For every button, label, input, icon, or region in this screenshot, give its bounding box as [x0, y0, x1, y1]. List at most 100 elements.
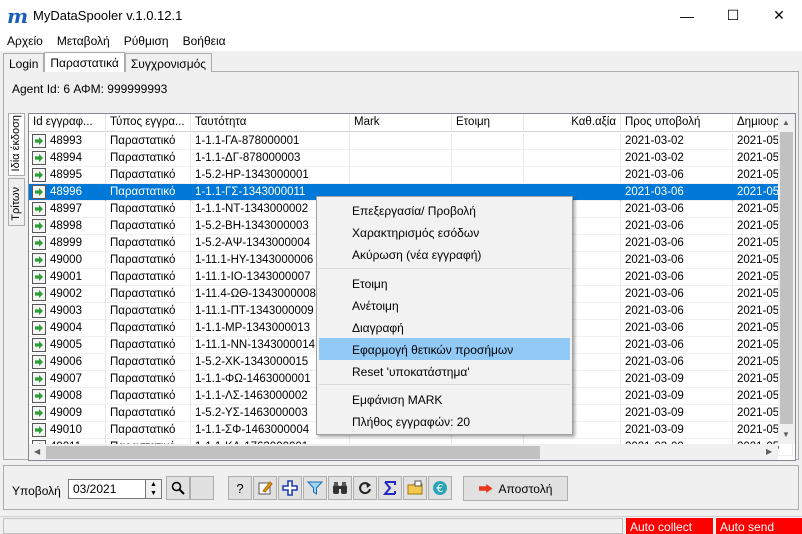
- refresh-button[interactable]: [353, 476, 377, 500]
- cell-type: Παραστατικό: [106, 235, 191, 252]
- svg-text:€: €: [437, 482, 444, 495]
- tab-strip: Login Παραστατικά Συγχρονισμός: [3, 52, 213, 72]
- row-arrow-icon: [32, 355, 46, 369]
- cell-type: Παραστατικό: [106, 252, 191, 269]
- grid-header: Id εγγραφ... Τύπος εγγρα... Ταυτότητα Ma…: [29, 114, 793, 132]
- search-icon: [171, 481, 185, 495]
- ctx-reset-branch[interactable]: Reset 'υποκατάστημα': [319, 360, 570, 382]
- edit-button[interactable]: [253, 476, 277, 500]
- table-row[interactable]: 48995 Παραστατικό 1-5.2-ΗΡ-1343000001 2021-…: [29, 167, 793, 184]
- col-header-type[interactable]: Τύπος εγγρα...: [106, 114, 191, 132]
- help-button[interactable]: ?: [228, 476, 252, 500]
- app-logo-icon: m: [7, 3, 29, 28]
- auto-collect-badge: Auto collect: [626, 518, 713, 534]
- row-arrow-icon: [32, 423, 46, 437]
- ctx-mark-unready[interactable]: Ανέτοιμη: [319, 294, 570, 316]
- cell-type: Παραστατικό: [106, 150, 191, 167]
- sum-button[interactable]: [378, 476, 402, 500]
- cell-type: Παραστατικό: [106, 371, 191, 388]
- side-tab-own-issue[interactable]: Ιδία έκδοση: [8, 113, 25, 176]
- row-arrow-icon: [32, 406, 46, 420]
- cell-to-submit: 2021-03-06: [621, 167, 733, 184]
- find-button[interactable]: [328, 476, 352, 500]
- send-button-label: Αποστολή: [498, 481, 553, 496]
- row-arrow-icon: [32, 389, 46, 403]
- ctx-apply-positive-signs[interactable]: Εφαρμογή θετικών προσήμων: [319, 338, 570, 360]
- ctx-delete[interactable]: Διαγραφή: [319, 316, 570, 338]
- col-header-ready[interactable]: Ετοιμη: [452, 114, 524, 132]
- vertical-scrollbar[interactable]: ▲ ▼: [778, 114, 795, 444]
- binoculars-icon: [333, 482, 347, 494]
- folder-icon: [407, 480, 423, 495]
- row-arrow-icon: [32, 287, 46, 301]
- cell-to-submit: 2021-03-09: [621, 388, 733, 405]
- ctx-show-mark[interactable]: Εμφάνιση MARK: [319, 388, 570, 410]
- row-arrow-icon: [32, 168, 46, 182]
- import-button[interactable]: [403, 476, 427, 500]
- horizontal-scrollbar[interactable]: ◀ ▶: [29, 444, 778, 460]
- row-arrow-icon: [32, 202, 46, 216]
- side-tab-third-party-label: Τρίτων: [10, 187, 22, 221]
- col-header-net-value[interactable]: Καθ.αξία: [524, 114, 621, 132]
- period-spinner[interactable]: ▲ ▼: [145, 479, 162, 499]
- maximize-button[interactable]: ☐: [710, 0, 756, 31]
- row-arrow-icon: [32, 372, 46, 386]
- refresh-icon: [359, 482, 371, 495]
- ctx-cancel-new-record[interactable]: Ακύρωση (νέα εγγραφή): [319, 243, 570, 265]
- spin-down-icon[interactable]: ▼: [146, 489, 161, 498]
- menu-settings[interactable]: Ρύθμιση: [117, 31, 176, 51]
- row-arrow-icon: [32, 219, 46, 233]
- vertical-scroll-thumb[interactable]: [780, 132, 793, 424]
- window-title: MyDataSpooler v.1.0.12.1: [33, 8, 183, 23]
- blank-button[interactable]: [190, 476, 214, 500]
- cell-to-submit: 2021-03-06: [621, 303, 733, 320]
- horizontal-scroll-thumb[interactable]: [46, 446, 540, 459]
- cell-to-submit: 2021-03-06: [621, 184, 733, 201]
- menu-bar: Αρχείο Μεταβολή Ρύθμιση Βοήθεια: [0, 31, 802, 51]
- cell-type: Παραστατικό: [106, 405, 191, 422]
- ctx-income-classification[interactable]: Χαρακτηρισμός εσόδων: [319, 221, 570, 243]
- row-arrow-icon: [32, 321, 46, 335]
- menu-file[interactable]: Αρχείο: [0, 31, 50, 51]
- tab-sync[interactable]: Συγχρονισμός: [124, 53, 213, 72]
- cell-net-value: [524, 133, 621, 150]
- col-header-identity[interactable]: Ταυτότητα: [191, 114, 350, 132]
- send-button[interactable]: Αποστολή: [463, 476, 568, 501]
- cell-mark: [350, 167, 452, 184]
- col-header-id[interactable]: Id εγγραφ...: [29, 114, 106, 132]
- close-button[interactable]: ✕: [756, 0, 802, 31]
- menu-edit[interactable]: Μεταβολή: [50, 31, 117, 51]
- side-tab-third-party[interactable]: Τρίτων: [8, 178, 25, 226]
- col-header-to-submit[interactable]: Προς υποβολή: [621, 114, 733, 132]
- search-button[interactable]: [166, 476, 190, 500]
- currency-button[interactable]: €: [428, 476, 452, 500]
- cell-identity: 1-1.1-ΓΑ-878000001: [191, 133, 350, 150]
- scroll-down-icon[interactable]: ▼: [782, 430, 790, 439]
- cell-type: Παραστατικό: [106, 303, 191, 320]
- scroll-up-icon[interactable]: ▲: [782, 118, 790, 127]
- filter-button[interactable]: [303, 476, 327, 500]
- status-bar: Auto collect Auto send: [0, 516, 802, 534]
- spin-up-icon[interactable]: ▲: [146, 480, 161, 489]
- menu-help[interactable]: Βοήθεια: [176, 31, 233, 51]
- cell-to-submit: 2021-03-06: [621, 286, 733, 303]
- tab-documents[interactable]: Παραστατικά: [44, 52, 125, 72]
- add-button[interactable]: [278, 476, 302, 500]
- tab-login[interactable]: Login: [3, 53, 45, 72]
- ctx-mark-ready[interactable]: Ετοιμη: [319, 272, 570, 294]
- scroll-left-icon[interactable]: ◀: [34, 447, 40, 456]
- cell-ready: [452, 133, 524, 150]
- minimize-button[interactable]: —: [664, 0, 710, 31]
- cell-type: Παραστατικό: [106, 422, 191, 439]
- cell-type: Παραστατικό: [106, 133, 191, 150]
- period-input[interactable]: 03/2021: [68, 479, 146, 499]
- col-header-mark[interactable]: Mark: [350, 114, 452, 132]
- ctx-edit-view[interactable]: Επεξεργασία/ Προβολή: [319, 199, 570, 221]
- cell-ready: [452, 167, 524, 184]
- sigma-icon: [382, 481, 396, 495]
- table-row[interactable]: 48993 Παραστατικό 1-1.1-ΓΑ-878000001 2021-0…: [29, 133, 793, 150]
- cell-identity: 1-5.2-ΗΡ-1343000001: [191, 167, 350, 184]
- scroll-right-icon[interactable]: ▶: [766, 447, 772, 456]
- table-row[interactable]: 48994 Παραστατικό 1-1.1-ΔΓ-878000003 2021-0…: [29, 150, 793, 167]
- euro-icon: €: [433, 481, 447, 495]
